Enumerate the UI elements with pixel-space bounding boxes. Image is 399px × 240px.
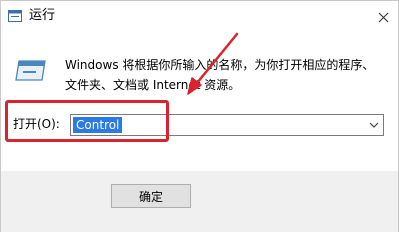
open-combobox[interactable]: Control: [70, 114, 384, 136]
close-button[interactable]: [373, 7, 393, 27]
description-line-2: 文件夹、文档或 Internet 资源。: [65, 78, 241, 92]
ok-button[interactable]: 确定: [111, 184, 191, 208]
run-program-icon: [15, 60, 46, 81]
run-app-icon: [8, 10, 22, 22]
close-icon: [378, 12, 388, 22]
open-row: 打开(O): Control: [1, 109, 398, 139]
open-input[interactable]: Control: [73, 117, 123, 133]
open-label: 打开(O):: [13, 117, 60, 131]
chevron-down-icon: [369, 122, 379, 128]
window-title: 运行: [29, 8, 56, 23]
run-dialog: 运行 Windows 将根据你所输入的名称，为你打开相应的程序、 文件夹、文档或…: [0, 0, 399, 232]
dialog-footer: 确定: [1, 171, 398, 232]
dropdown-button[interactable]: [368, 119, 380, 131]
title-bar: 运行: [1, 1, 398, 31]
description-line-1: Windows 将根据你所输入的名称，为你打开相应的程序、: [65, 58, 375, 72]
description-text: Windows 将根据你所输入的名称，为你打开相应的程序、 文件夹、文档或 In…: [65, 55, 385, 95]
